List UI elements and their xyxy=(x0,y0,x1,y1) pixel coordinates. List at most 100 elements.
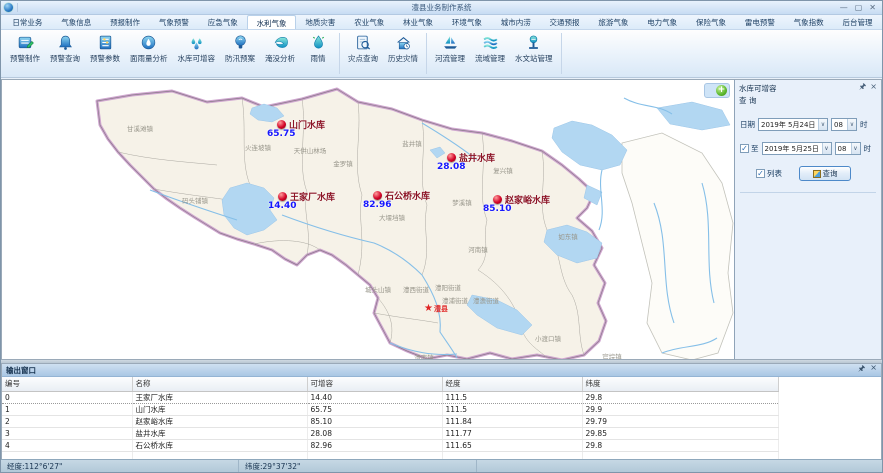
toolbar-button-label: 淹没分析 xyxy=(265,53,295,64)
tab-16[interactable]: 雷电预警 xyxy=(735,15,784,29)
toolbar-button-alert-bell[interactable]: 预警查询 xyxy=(45,30,85,77)
column-header[interactable]: 纬度 xyxy=(582,377,778,391)
town-label: 大堰垱镇 xyxy=(379,212,405,222)
table-cell: 82.96 xyxy=(307,439,442,451)
pin-icon[interactable]: 🖈 xyxy=(858,363,865,377)
toolbar-button-inundation[interactable]: 淹没分析 xyxy=(260,30,300,77)
rain-info-icon xyxy=(310,34,327,51)
tab-15[interactable]: 保险气象 xyxy=(687,15,736,29)
toolbar-button-label: 流域管理 xyxy=(475,53,505,64)
table-cell: 1 xyxy=(2,403,132,415)
tab-9[interactable]: 林业气象 xyxy=(394,15,443,29)
map-canvas[interactable]: 甘溪滩镇码头铺镇火连坡镇天供山林场金罗镇盐井镇复兴镇梦溪镇大堰垱镇如东镇河南镇城… xyxy=(1,79,734,360)
output-close-icon[interactable]: × xyxy=(870,363,877,377)
table-cell: 赵家峪水库 xyxy=(132,415,307,427)
toolbar-button-rain-info[interactable]: 雨情 xyxy=(300,30,336,77)
date-from-select[interactable]: 2019年 5月24日 ∨ xyxy=(758,118,828,131)
tab-17[interactable]: 气象指数 xyxy=(784,15,833,29)
column-header[interactable]: 可增容 xyxy=(307,377,442,391)
toolbar-button-label: 预警制作 xyxy=(10,53,40,64)
toolbar-group-1: 预警制作预警查询预警参数面雨量分析水库可增容防汛预案淹没分析雨情 xyxy=(3,30,338,77)
status-latitude: 纬度:29°37'32" xyxy=(239,460,477,472)
plus-icon: + xyxy=(716,85,727,96)
alert-bell-icon xyxy=(57,34,74,51)
tab-2[interactable]: 气象信息 xyxy=(52,15,101,29)
toolbar-button-flood-plan[interactable]: 防汛预案 xyxy=(220,30,260,77)
river-icon xyxy=(442,34,459,51)
alert-edit-icon xyxy=(17,34,34,51)
tab-1[interactable]: 日常业务 xyxy=(3,15,52,29)
tab-7[interactable]: 地质灾害 xyxy=(296,15,345,29)
town-label: 金罗镇 xyxy=(333,158,353,168)
toolbar-button-disaster-query[interactable]: 灾点查询 xyxy=(343,30,383,77)
table-cell: 29.85 xyxy=(582,427,778,439)
column-header[interactable]: 名称 xyxy=(132,377,307,391)
map-add-button[interactable]: + xyxy=(704,83,730,98)
tab-10[interactable]: 环境气象 xyxy=(442,15,491,29)
toolbar-button-label: 水库可增容 xyxy=(178,53,216,64)
disaster-query-icon xyxy=(355,34,372,51)
table-row[interactable]: 4石公桥水库82.96111.6529.8 xyxy=(2,439,778,451)
reservoir-value: 65.75 xyxy=(267,129,295,139)
list-checkbox[interactable]: ✓ xyxy=(756,169,765,178)
tab-18[interactable]: 后台管理 xyxy=(833,15,882,29)
reservoir-capacity-icon xyxy=(188,34,205,51)
reservoir-value: 28.08 xyxy=(437,162,465,172)
hour-to-select[interactable]: 08 ∨ xyxy=(835,142,861,155)
toolbar-button-rain-analysis[interactable]: 面雨量分析 xyxy=(125,30,173,77)
table-row[interactable]: 1山门水库65.75111.529.9 xyxy=(2,403,778,415)
alert-params-icon xyxy=(97,34,114,51)
toolbar-button-hydro-station[interactable]: 水文站管理 xyxy=(510,30,558,77)
output-window: 输出窗口 🖈 × 编号名称可增容经度纬度0王家厂水库14.40111.529.8… xyxy=(1,363,882,460)
toolbar-button-label: 历史灾情 xyxy=(388,53,418,64)
hour-suffix-label: 时 xyxy=(864,143,872,154)
town-label: 码头铺镇 xyxy=(182,195,208,205)
tab-13[interactable]: 旅游气象 xyxy=(589,15,638,29)
panel-title: 水库可增容 xyxy=(739,83,777,94)
tab-3[interactable]: 预报制作 xyxy=(101,15,150,29)
table-cell: 111.5 xyxy=(442,391,582,403)
date-from-value: 2019年 5月24日 xyxy=(761,120,815,130)
town-label: 河南镇 xyxy=(468,244,488,254)
output-title: 输出窗口 xyxy=(6,365,36,376)
table-cell: 2 xyxy=(2,415,132,427)
star-icon: ★ xyxy=(424,304,433,314)
tab-6[interactable]: 水利气象 xyxy=(247,15,296,29)
pin-icon[interactable]: 🖈 xyxy=(859,83,866,91)
table-cell: 29.79 xyxy=(582,415,778,427)
tab-12[interactable]: 交通预报 xyxy=(540,15,589,29)
table-cell: 0 xyxy=(2,391,132,403)
tab-5[interactable]: 应急气象 xyxy=(198,15,247,29)
county-map-graphic xyxy=(2,80,734,360)
panel-close-icon[interactable]: × xyxy=(870,83,877,91)
status-bar: 经度:112°6'27" 纬度:29°37'32" xyxy=(1,459,882,472)
column-header[interactable]: 经度 xyxy=(442,377,582,391)
table-cell: 29.8 xyxy=(582,439,778,451)
hour-from-select[interactable]: 08 ∨ xyxy=(831,118,857,131)
query-button[interactable]: 查询 xyxy=(799,166,851,181)
tab-14[interactable]: 电力气象 xyxy=(638,15,687,29)
to-checkbox[interactable]: ✓ xyxy=(740,144,749,153)
table-cell: 111.65 xyxy=(442,439,582,451)
tab-11[interactable]: 城市内涝 xyxy=(491,15,540,29)
reservoir-value: 85.10 xyxy=(483,204,511,214)
chevron-down-icon: ∨ xyxy=(851,143,860,154)
app-window: 澧县业务制作系统 — ▢ ✕ 日常业务气象信息预报制作气象预警应急气象水利气象地… xyxy=(0,0,883,473)
town-label: 澧阳街道 xyxy=(435,282,461,292)
table-row[interactable]: 0王家厂水库14.40111.529.8 xyxy=(2,391,778,403)
toolbar-button-basin[interactable]: 流域管理 xyxy=(470,30,510,77)
column-header[interactable]: 编号 xyxy=(2,377,132,391)
toolbar-button-reservoir-capacity[interactable]: 水库可增容 xyxy=(173,30,221,77)
toolbar-button-alert-edit[interactable]: 预警制作 xyxy=(5,30,45,77)
table-row[interactable]: 2赵家峪水库85.10111.8429.79 xyxy=(2,415,778,427)
tab-4[interactable]: 气象预警 xyxy=(149,15,198,29)
date-to-select[interactable]: 2019年 5月25日 ∨ xyxy=(762,142,832,155)
toolbar-button-river[interactable]: 河流管理 xyxy=(430,30,470,77)
table-cell: 65.75 xyxy=(307,403,442,415)
table-row[interactable]: 3盐井水库28.08111.7729.85 xyxy=(2,427,778,439)
toolbar-button-disaster-history[interactable]: 历史灾情 xyxy=(383,30,423,77)
tab-8[interactable]: 农业气象 xyxy=(345,15,394,29)
toolbar-button-alert-params[interactable]: 预警参数 xyxy=(85,30,125,77)
disaster-history-icon xyxy=(395,34,412,51)
county-seat-label: 澧县 xyxy=(434,304,448,314)
